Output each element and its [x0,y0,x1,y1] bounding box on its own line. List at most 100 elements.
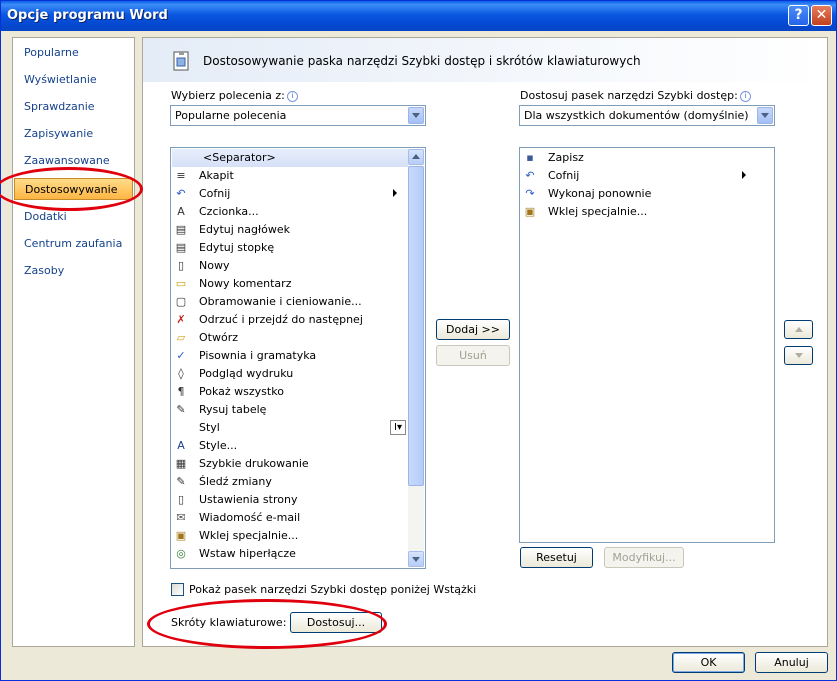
list-item[interactable]: ▱ Otwórz [172,329,408,347]
scroll-up-button[interactable] [408,149,424,165]
choose-commands-label: Wybierz polecenia z: i [171,89,298,102]
draw-table-icon: ✎ [176,403,186,416]
sidebar-item-sprawdzanie[interactable]: Sprawdzanie [13,96,134,118]
list-item[interactable]: <Separator> [172,149,408,167]
list-item[interactable]: ▣ Wklej specjalnie... [521,203,757,221]
list-item[interactable]: A Czcionka... [172,203,408,221]
scroll-thumb[interactable] [408,166,424,486]
add-button[interactable]: Dodaj >> [436,319,510,340]
sidebar-item-zaawansowane[interactable]: Zaawansowane [13,150,134,172]
list-item[interactable]: ¶ Pokaż wszystko [172,383,408,401]
list-item[interactable]: ▢ Obramowanie i cieniowanie... [172,293,408,311]
list-item[interactable]: ▯ Nowy [172,257,408,275]
modify-button[interactable]: Modyfikuj... [604,547,684,568]
list-item[interactable]: ✎ Śledź zmiany [172,473,408,491]
list-item-label: Śledź zmiany [199,475,272,488]
list-item-label: Pokaż wszystko [199,385,284,398]
list-item[interactable]: ≡ Akapit [172,167,408,185]
list-item-label: Cofnij [199,187,231,200]
list-item[interactable]: ▪ Zapisz [521,149,757,167]
list-item[interactable]: ↶ Cofnij [172,185,408,203]
commands-scrollbar[interactable] [408,149,424,567]
header-icon: ▤ [175,223,187,236]
choose-commands-dropdown[interactable]: Popularne polecenia [170,105,426,126]
page-setup-icon: ▯ [177,493,185,506]
sidebar-item-popularne[interactable]: Popularne [13,42,134,64]
toolbar-items-list[interactable]: ▪ Zapisz ↶ Cofnij ↷ Wykonaj ponownie ▣ Wklej sp… [519,147,775,543]
show-below-ribbon-checkbox[interactable] [171,583,184,596]
list-item-label: Nowy [199,259,230,272]
keyboard-shortcuts-label: Skróty klawiaturowe: [171,616,287,629]
list-item-label: Akapit [199,169,234,182]
customize-toolbar-dropdown[interactable]: Dla wszystkich dokumentów (domyślnie) [519,105,775,126]
section-header: Dostosowywanie paska narzędzi Szybki dos… [143,38,827,82]
undo-icon: ↶ [176,187,186,200]
list-item[interactable]: A Style... [172,437,408,455]
list-item[interactable]: ✓ Pisownia i gramatyka [172,347,408,365]
choose-commands-value: Popularne polecenia [175,109,287,122]
list-item-label: Pisownia i gramatyka [199,349,317,362]
sidebar-item-zapisywanie[interactable]: Zapisywanie [13,123,134,145]
ok-button[interactable]: OK [672,652,745,673]
move-up-button[interactable] [784,320,813,339]
customize-toolbar-label: Dostosuj pasek narzędzi Szybki dostęp: i [520,89,751,102]
comment-icon: ▭ [175,277,187,290]
list-item[interactable]: ↷ Wykonaj ponownie [521,185,757,203]
undo-icon: ↶ [525,169,535,182]
list-item-label: Otwórz [199,331,238,344]
sidebar-item-dostosowywanie[interactable]: Dostosowywanie [14,178,133,200]
scroll-down-button[interactable] [408,551,424,567]
sidebar-item-wyswietlanie[interactable]: Wyświetlanie [13,69,134,91]
section-title: Dostosowywanie paska narzędzi Szybki dos… [203,54,641,68]
customize-toolbar-value: Dla wszystkich dokumentów (domyślnie) [524,109,749,122]
paste-special-icon: ▣ [524,205,536,218]
paragraph-icon: ≡ [176,169,186,182]
list-item[interactable]: ↶ Cofnij [521,167,757,185]
sidebar-item-dodatki[interactable]: Dodatki [13,206,134,228]
list-item-label: Nowy komentarz [199,277,292,290]
printer-icon: ▦ [175,457,187,470]
quick-access-toolbar-icon [173,51,189,71]
list-item[interactable]: ▭ Nowy komentarz [172,275,408,293]
list-item-label: Podgląd wydruku [199,367,294,380]
footer-icon: ▤ [175,241,187,254]
list-item[interactable]: ✉ Wiadomość e-mail [172,509,408,527]
list-item-label: Ustawienia strony [199,493,298,506]
styles-icon: A [177,439,185,452]
title-bar[interactable]: Opcje programu Word ? ✕ [1,1,836,31]
submenu-arrow-icon [742,171,746,179]
spelling-icon: ✓ [176,349,186,362]
list-item-label: Obramowanie i cieniowanie... [199,295,362,308]
chevron-down-icon[interactable] [408,107,424,124]
borders-icon: ▢ [175,295,187,308]
list-item-label: Edytuj stopkę [199,241,275,254]
list-item[interactable]: ✗ Odrzuć i przejdź do następnej [172,311,408,329]
move-down-button[interactable] [784,346,813,365]
remove-button[interactable]: Usuń [436,345,510,366]
list-item[interactable]: ▤ Edytuj nagłówek [172,221,408,239]
cancel-button[interactable]: Anuluj [755,652,828,673]
paste-special-icon: ▣ [175,529,187,542]
list-item[interactable]: ▣ Wklej specjalnie... [172,527,408,545]
list-item[interactable]: ◎ Wstaw hiperłącze [172,545,408,563]
help-button[interactable]: ? [788,5,809,26]
list-item-label: Edytuj nagłówek [199,223,290,236]
split-button-icon: I▾ [390,420,406,435]
list-item[interactable]: Styl I▾ [172,419,408,437]
sidebar-item-zasoby[interactable]: Zasoby [13,260,134,282]
list-item[interactable]: ▦ Szybkie drukowanie [172,455,408,473]
redo-icon: ↷ [525,187,535,200]
chevron-down-icon[interactable] [757,107,773,124]
customize-shortcuts-button[interactable]: Dostosuj... [290,612,382,633]
close-button[interactable]: ✕ [811,5,832,26]
sidebar-item-centrum-zaufania[interactable]: Centrum zaufania [13,233,134,255]
list-item[interactable]: ▤ Edytuj stopkę [172,239,408,257]
list-item-label: Zapisz [548,151,584,164]
list-item[interactable]: ✎ Rysuj tabelę [172,401,408,419]
list-item[interactable]: ▯ Ustawienia strony [172,491,408,509]
commands-list[interactable]: <Separator> ≡ Akapit ↶ Cofnij A Czcionka... ▤ Ed… [170,147,426,569]
submenu-arrow-icon [393,189,397,197]
window-title: Opcje programu Word [7,8,168,23]
reset-button[interactable]: Resetuj [520,547,593,568]
list-item[interactable]: ◊ Podgląd wydruku [172,365,408,383]
